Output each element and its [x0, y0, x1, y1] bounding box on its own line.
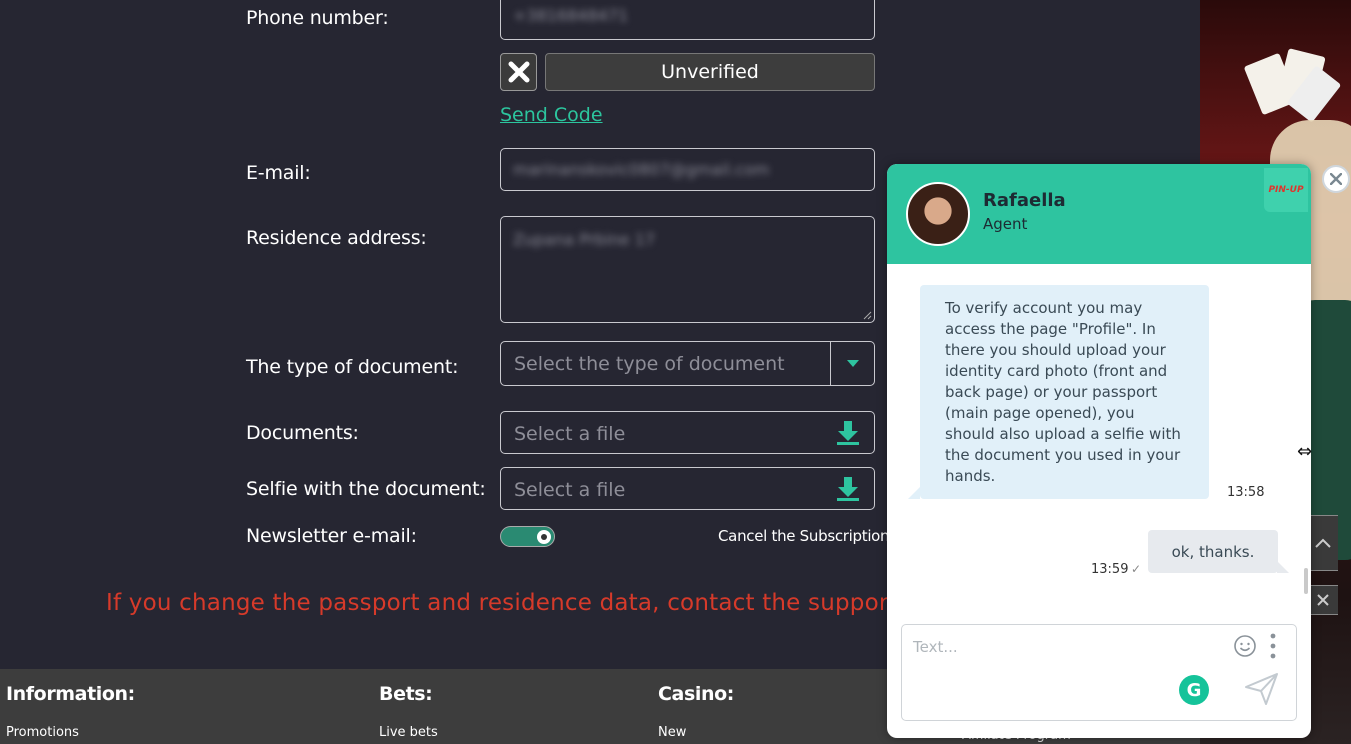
selfie-label: Selfie with the document: — [246, 478, 486, 500]
support-chat-widget: Rafaella Agent PIN-UP To verify account … — [887, 164, 1311, 738]
email-field[interactable]: marinanskovic0807@gmail.com — [500, 148, 875, 191]
download-icon[interactable] — [836, 476, 860, 502]
newsletter-toggle[interactable] — [500, 526, 555, 547]
message-timestamp: 13:58 — [1227, 485, 1265, 500]
chat-header: Rafaella Agent PIN-UP — [887, 164, 1311, 264]
download-icon[interactable] — [836, 420, 860, 446]
footer-link-live-bets[interactable]: Live bets — [379, 725, 438, 740]
footer-heading-casino: Casino: — [658, 683, 734, 705]
selfie-placeholder: Select a file — [514, 479, 626, 501]
message-timestamp: 13:59 — [1091, 562, 1129, 577]
user-message: ok, thanks. — [1148, 530, 1289, 573]
agent-message: To verify account you may access the pag… — [908, 285, 1209, 499]
phone-value: +3816848471 — [513, 6, 629, 25]
email-value: marinanskovic0807@gmail.com — [513, 160, 770, 179]
agent-avatar — [906, 182, 970, 246]
document-type-placeholder: Select the type of document — [514, 353, 785, 375]
scroll-up-button[interactable] — [1307, 515, 1338, 571]
footer-link-promotions[interactable]: Promotions — [6, 725, 79, 740]
footer-heading-bets: Bets: — [379, 683, 433, 705]
more-options-icon[interactable] — [1270, 633, 1276, 659]
cancel-subscription-link[interactable]: Cancel the Subscription — [718, 527, 890, 545]
toggle-knob — [537, 530, 551, 544]
address-textarea[interactable]: Zupana Prbine 17 — [500, 216, 875, 323]
close-icon — [1317, 594, 1329, 606]
agent-role: Agent — [983, 215, 1028, 233]
chevron-down-icon — [846, 359, 859, 367]
close-icon — [1330, 173, 1342, 185]
dropdown-toggle[interactable] — [830, 342, 874, 385]
sent-check-icon: ✓ — [1131, 562, 1142, 576]
support-warning-text: If you change the passport and residence… — [106, 590, 956, 616]
chat-scrollbar[interactable] — [1304, 568, 1308, 594]
newsletter-label: Newsletter e-mail: — [246, 525, 417, 547]
address-label: Residence address: — [246, 227, 427, 249]
phone-field[interactable]: +3816848471 — [500, 0, 875, 40]
chevron-up-icon — [1315, 538, 1331, 548]
document-type-select[interactable]: Select the type of document — [500, 341, 875, 386]
documents-file-input[interactable]: Select a file — [500, 411, 875, 454]
document-type-label: The type of document: — [246, 356, 459, 378]
resize-cursor-icon: ⇔ — [1297, 441, 1313, 462]
brand-logo: PIN-UP — [1264, 168, 1308, 212]
close-icon — [508, 61, 529, 83]
send-icon[interactable] — [1244, 672, 1280, 706]
chat-input-placeholder: Text... — [913, 638, 958, 656]
address-value: Zupana Prbine 17 — [513, 230, 656, 249]
footer-heading-information: Information: — [6, 683, 135, 705]
emoji-icon[interactable] — [1233, 634, 1257, 658]
email-label: E-mail: — [246, 162, 311, 184]
unverified-status-icon-button[interactable] — [500, 53, 537, 91]
send-code-link[interactable]: Send Code — [500, 104, 603, 126]
agent-name: Rafaella — [983, 190, 1066, 211]
phone-label: Phone number: — [246, 7, 389, 29]
documents-label: Documents: — [246, 422, 359, 444]
verification-status-button[interactable]: Unverified — [545, 53, 875, 91]
footer-link-new[interactable]: New — [658, 725, 686, 740]
side-close-button[interactable] — [1307, 585, 1338, 615]
resize-handle-icon[interactable] — [862, 310, 872, 320]
documents-placeholder: Select a file — [514, 423, 626, 445]
chat-message-input[interactable]: Text... G — [901, 624, 1297, 721]
selfie-file-input[interactable]: Select a file — [500, 467, 875, 510]
chat-close-button[interactable] — [1322, 165, 1350, 193]
grammarly-icon[interactable]: G — [1179, 675, 1209, 705]
